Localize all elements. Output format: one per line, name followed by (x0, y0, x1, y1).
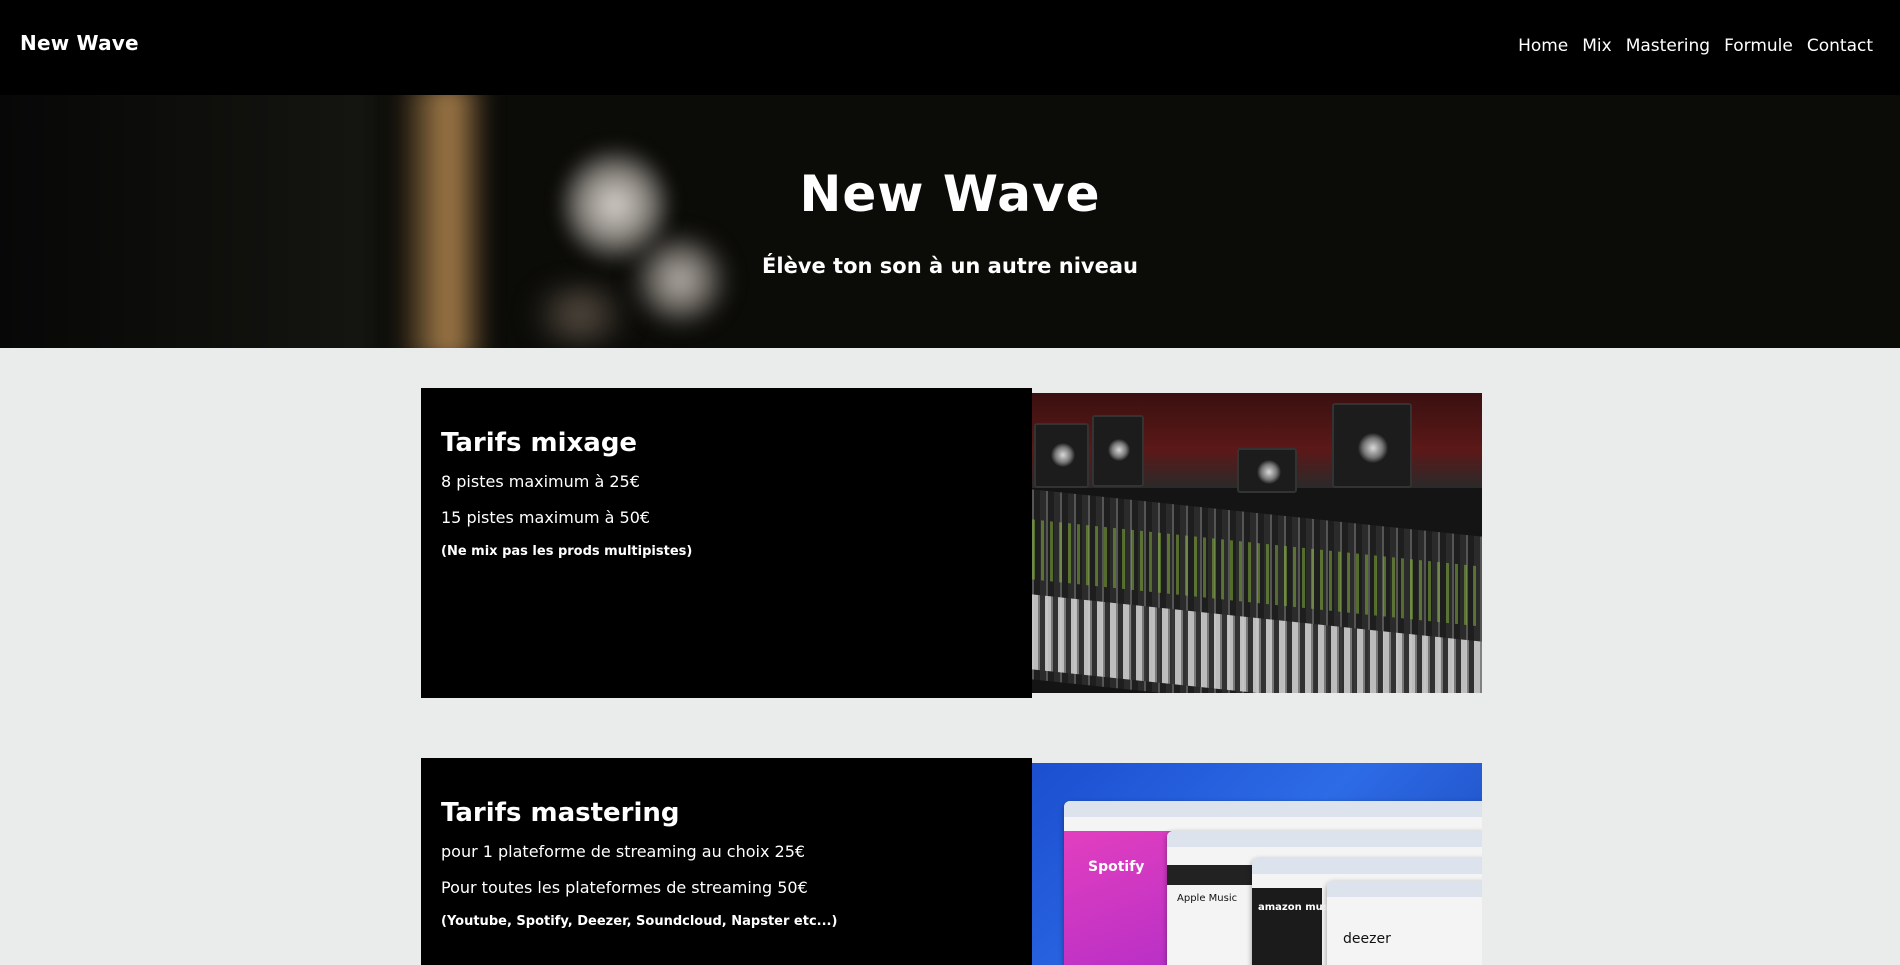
mixing-price-note: (Ne mix pas les prods multipistes) (441, 544, 693, 559)
mastering-price-note: (Youtube, Spotify, Deezer, Soundcloud, N… (441, 914, 838, 929)
mixing-price-line: 8 pistes maximum à 25€ (441, 472, 640, 491)
mixing-pricing-title: Tarifs mixage (441, 428, 638, 458)
apple-music-label: Apple Music (1177, 893, 1238, 904)
nav-mix-link[interactable]: Mix (1582, 36, 1611, 56)
mastering-price-line: Pour toutes les plateformes de streaming… (441, 878, 808, 897)
nav-contact-link[interactable]: Contact (1807, 36, 1873, 56)
studio-speaker (1332, 403, 1412, 488)
studio-speaker (1034, 423, 1089, 488)
deezer-label: deezer (1343, 931, 1391, 947)
spotify-label: Spotify (1088, 859, 1145, 875)
nav-mastering-link[interactable]: Mastering (1626, 36, 1710, 56)
nav-menu: Home Mix Mastering Formule Contact (1518, 36, 1873, 56)
hero-title: New Wave (799, 165, 1101, 223)
mastering-price-line: pour 1 plateforme de streaming au choix … (441, 842, 806, 861)
mastering-pricing-card: Tarifs mastering pour 1 plateforme de st… (421, 758, 1032, 965)
browser-window: deezer (1327, 881, 1482, 965)
studio-speaker (1092, 415, 1144, 487)
mixing-price-line: 15 pistes maximum à 50€ (441, 508, 651, 527)
mixing-pricing-card: Tarifs mixage 8 pistes maximum à 25€ 15 … (421, 388, 1032, 698)
hero-background-blur (520, 285, 640, 345)
studio-speaker (1237, 448, 1297, 493)
hero-background-blur (630, 235, 730, 325)
nav-home-link[interactable]: Home (1518, 36, 1568, 56)
hero-subtitle: Élève ton son à un autre niveau (762, 254, 1138, 278)
brand-logo[interactable]: New Wave (20, 31, 139, 55)
nav-formule-link[interactable]: Formule (1724, 36, 1793, 56)
hero-banner: New Wave Élève ton son à un autre niveau (0, 95, 1900, 348)
streaming-platforms-image: Spotify Apple Music amazon music deezer (1032, 763, 1482, 965)
mastering-pricing-title: Tarifs mastering (441, 798, 680, 828)
top-navbar: New Wave Home Mix Mastering Formule Cont… (0, 0, 1900, 95)
mixing-console-image (1032, 393, 1482, 693)
